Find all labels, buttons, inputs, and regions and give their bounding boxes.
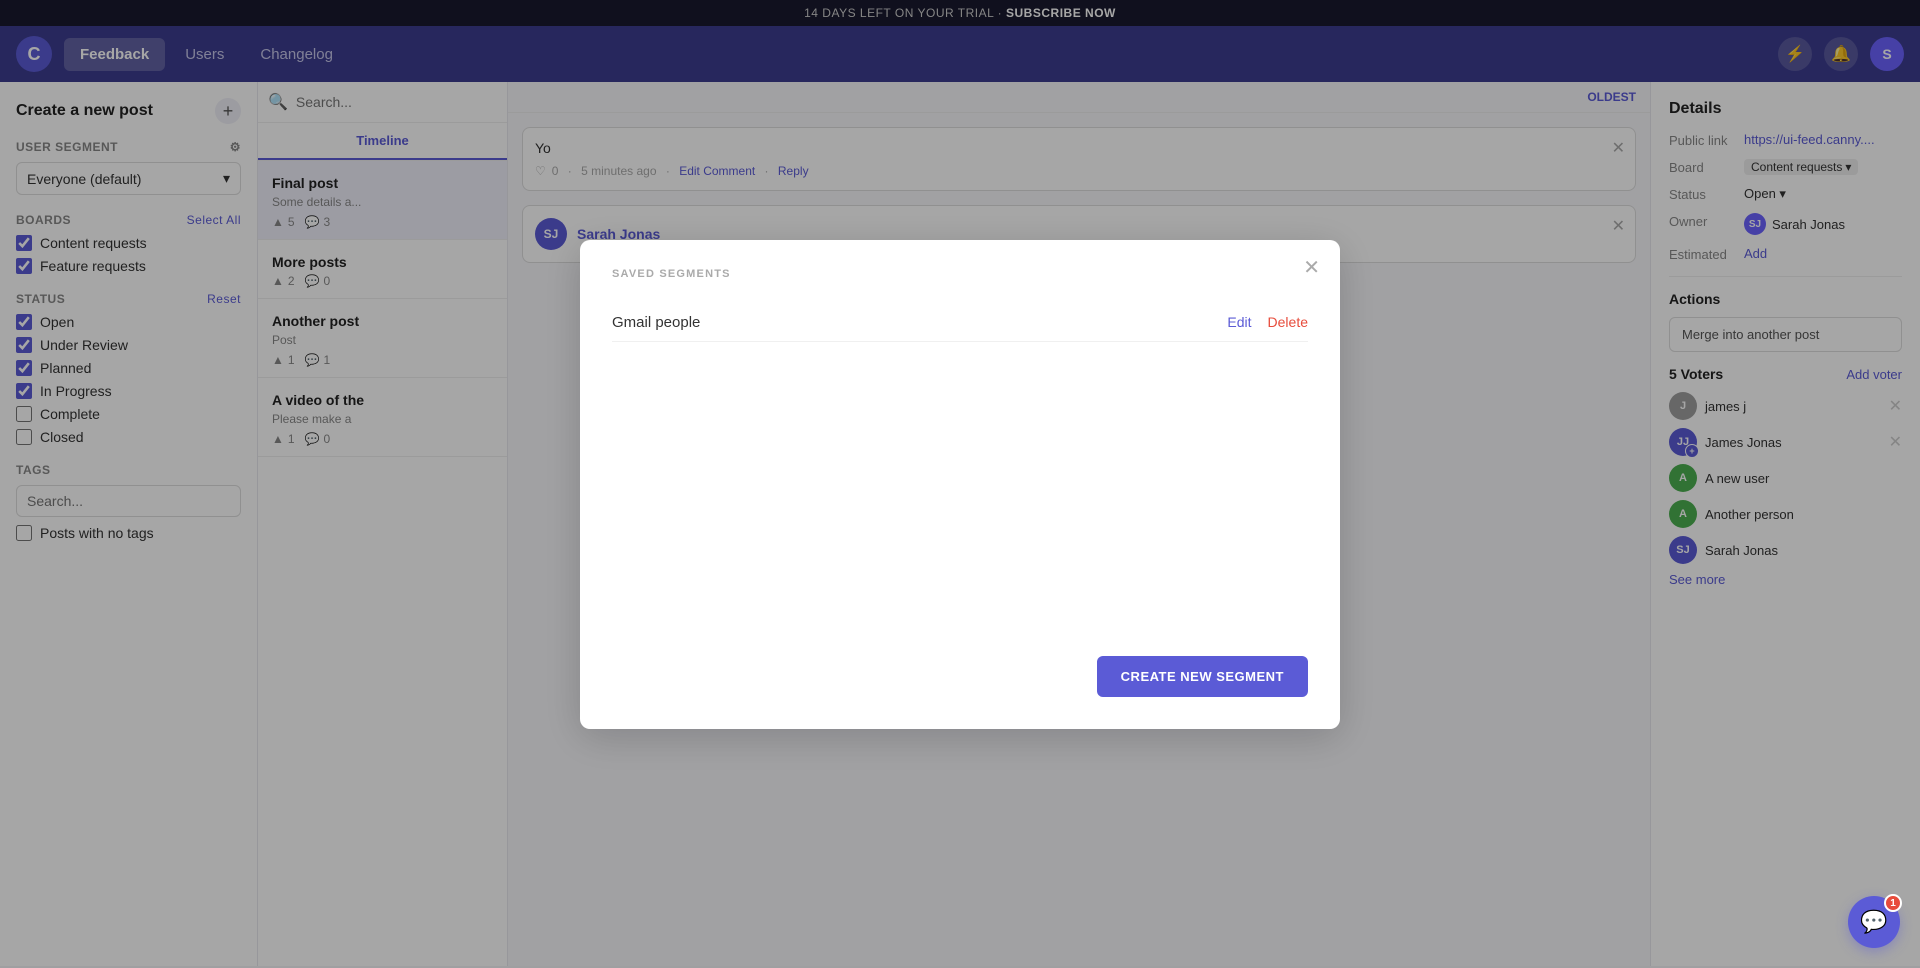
modal-close-button[interactable]: ✕ [1303,258,1320,278]
chat-icon: 💬 [1860,909,1887,935]
modal-title: Saved Segments [612,268,1308,280]
saved-segments-modal: Saved Segments ✕ Gmail people Edit Delet… [580,240,1340,729]
modal-body: Gmail people Edit Delete [612,304,1308,624]
modal-footer: CREATE NEW SEGMENT [612,656,1308,697]
segment-name: Gmail people [612,314,700,331]
create-segment-button[interactable]: CREATE NEW SEGMENT [1097,656,1308,697]
chat-badge: 1 [1884,894,1902,912]
segment-row-1: Gmail people Edit Delete [612,304,1308,342]
modal-overlay[interactable]: Saved Segments ✕ Gmail people Edit Delet… [0,0,1920,968]
segment-delete-button[interactable]: Delete [1268,314,1308,330]
segment-edit-button[interactable]: Edit [1227,314,1251,330]
segment-actions: Edit Delete [1227,314,1308,330]
chat-widget[interactable]: 💬 1 [1848,896,1900,948]
